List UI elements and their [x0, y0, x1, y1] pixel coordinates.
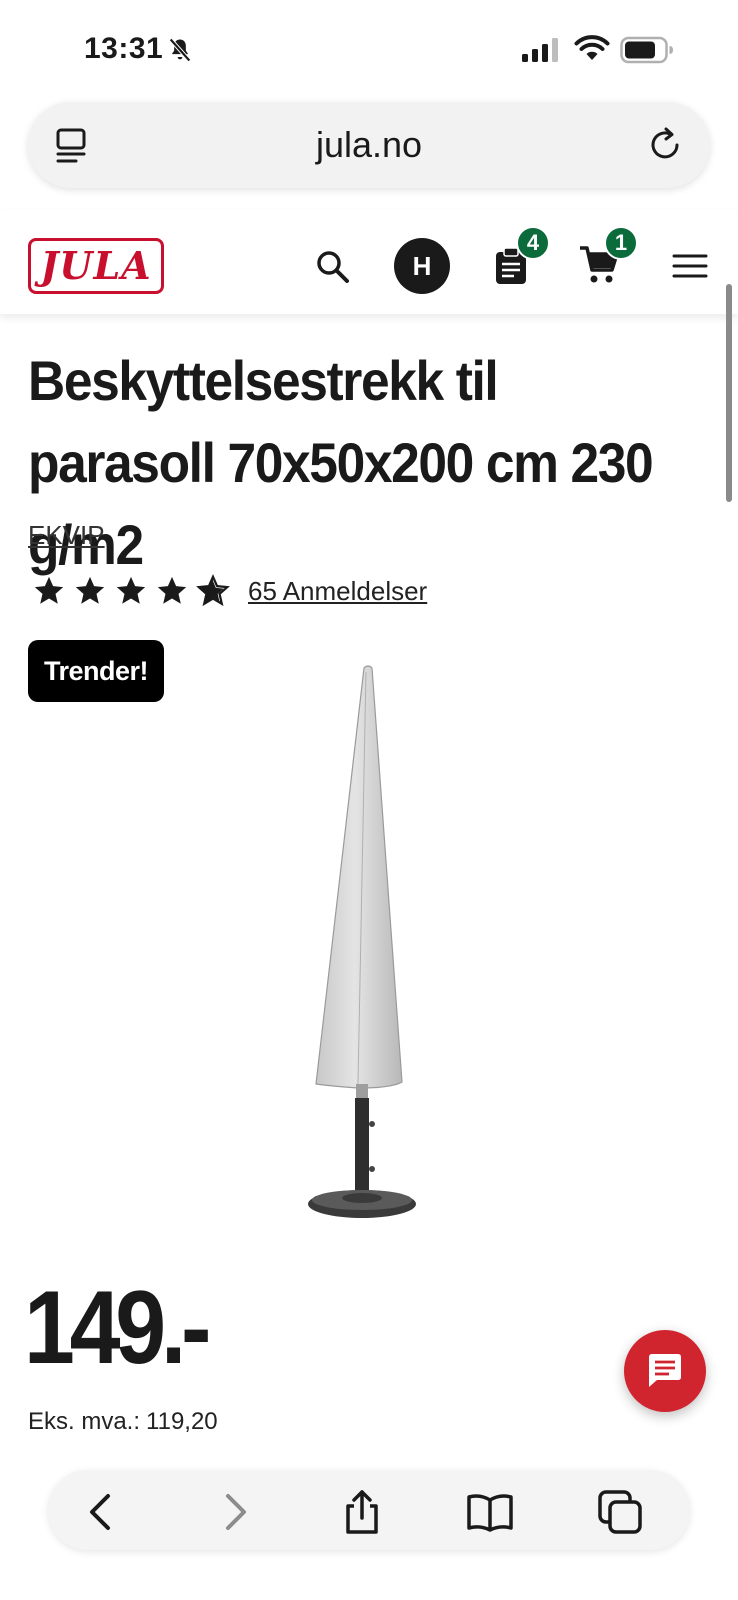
- star-half-icon: [196, 574, 230, 607]
- star-full-icon: [75, 576, 105, 604]
- chat-icon: [649, 1354, 681, 1387]
- reviews-link[interactable]: 65 Anmeldelser: [248, 576, 427, 607]
- url-text[interactable]: jula.no: [200, 124, 538, 166]
- product-image[interactable]: [300, 664, 440, 1224]
- product-price: 149.-: [24, 1270, 211, 1386]
- bell-muted-icon: [169, 38, 191, 62]
- price-excl-vat-label: Eks. mva.:: [28, 1408, 141, 1435]
- status-bar: 13:31: [0, 0, 738, 100]
- chat-button[interactable]: [624, 1330, 706, 1412]
- product-title: Beskyttelsestrekk til parasoll 70x50x200…: [28, 349, 654, 576]
- page-menu-icon[interactable]: [52, 126, 92, 166]
- forward-icon[interactable]: [210, 1488, 258, 1536]
- tabs-icon[interactable]: [596, 1488, 644, 1536]
- brand-link[interactable]: EKVIP: [28, 520, 105, 551]
- wifi-icon: [574, 35, 610, 60]
- star-full-icon: [116, 576, 146, 604]
- bookmarks-icon[interactable]: [466, 1488, 514, 1536]
- reload-icon[interactable]: [644, 124, 686, 166]
- back-icon[interactable]: [78, 1488, 126, 1536]
- battery-icon: [620, 36, 673, 64]
- logo-text: JULA: [40, 243, 152, 288]
- rating-stars[interactable]: [32, 574, 230, 610]
- star-full-icon: [34, 576, 64, 604]
- price-excl-vat-value: 119,20: [146, 1408, 218, 1435]
- status-time: 13:31: [84, 32, 164, 65]
- user-avatar-button[interactable]: H: [394, 238, 450, 294]
- scroll-indicator[interactable]: [726, 284, 732, 502]
- list-count-badge: 4: [516, 226, 550, 260]
- hamburger-menu-icon[interactable]: [672, 252, 708, 280]
- star-full-icon: [157, 576, 187, 604]
- jula-logo[interactable]: JULA: [28, 238, 164, 294]
- share-icon[interactable]: [338, 1488, 386, 1536]
- cellular-signal-icon: [522, 38, 558, 62]
- search-icon[interactable]: [314, 248, 352, 286]
- trend-badge: Trender!: [28, 640, 164, 702]
- cart-count-badge: 1: [604, 226, 638, 260]
- price-excl-vat: Eks. mva.: 119,20: [28, 1408, 218, 1436]
